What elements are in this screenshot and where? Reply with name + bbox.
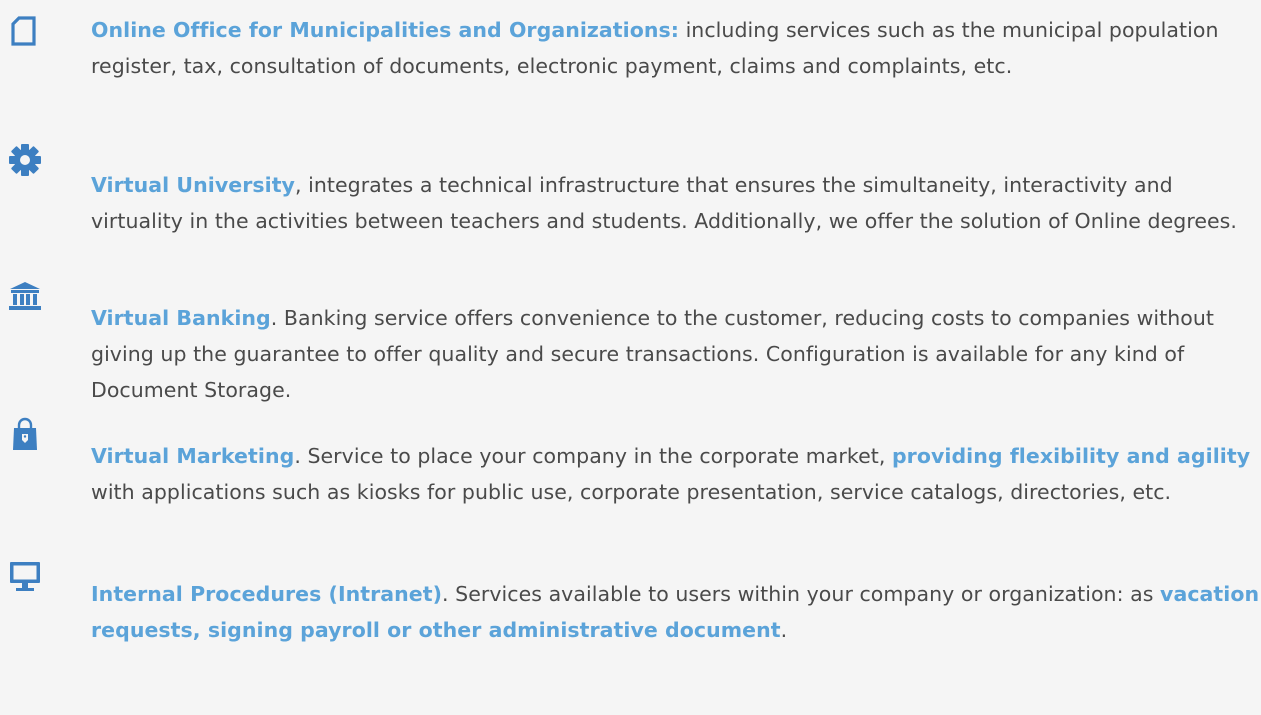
- list-item-highlight[interactable]: providing flexibility and agility: [892, 444, 1250, 468]
- list-item-text: Virtual Marketing. Service to place your…: [91, 438, 1261, 510]
- services-list: Online Office for Municipalities and Org…: [0, 0, 1261, 715]
- list-item-description: . Services available to users within you…: [442, 582, 1161, 606]
- list-item-title[interactable]: Virtual Marketing: [91, 444, 294, 468]
- list-item-description: . Service to place your company in the c…: [294, 444, 892, 468]
- list-item-text: Online Office for Municipalities and Org…: [91, 12, 1261, 84]
- list-item-description-cont: .: [780, 618, 788, 642]
- list-item-description-cont: with applications such as kiosks for pub…: [91, 480, 1172, 504]
- desktop-icon: [8, 560, 42, 594]
- shopping-bag-icon: [8, 417, 42, 451]
- list-item-text: Virtual University, integrates a technic…: [91, 167, 1261, 239]
- list-item-title[interactable]: Internal Procedures (Intranet): [91, 582, 442, 606]
- list-item-text: Virtual Banking. Banking service offers …: [91, 300, 1261, 408]
- list-item-text: Internal Procedures (Intranet). Services…: [91, 576, 1261, 648]
- list-item-title[interactable]: Virtual University: [91, 173, 295, 197]
- document-icon: [8, 14, 42, 48]
- bank-icon: [8, 280, 42, 314]
- gear-icon: [8, 143, 42, 177]
- list-item-title[interactable]: Virtual Banking: [91, 306, 271, 330]
- list-item-title[interactable]: Online Office for Municipalities and Org…: [91, 18, 679, 42]
